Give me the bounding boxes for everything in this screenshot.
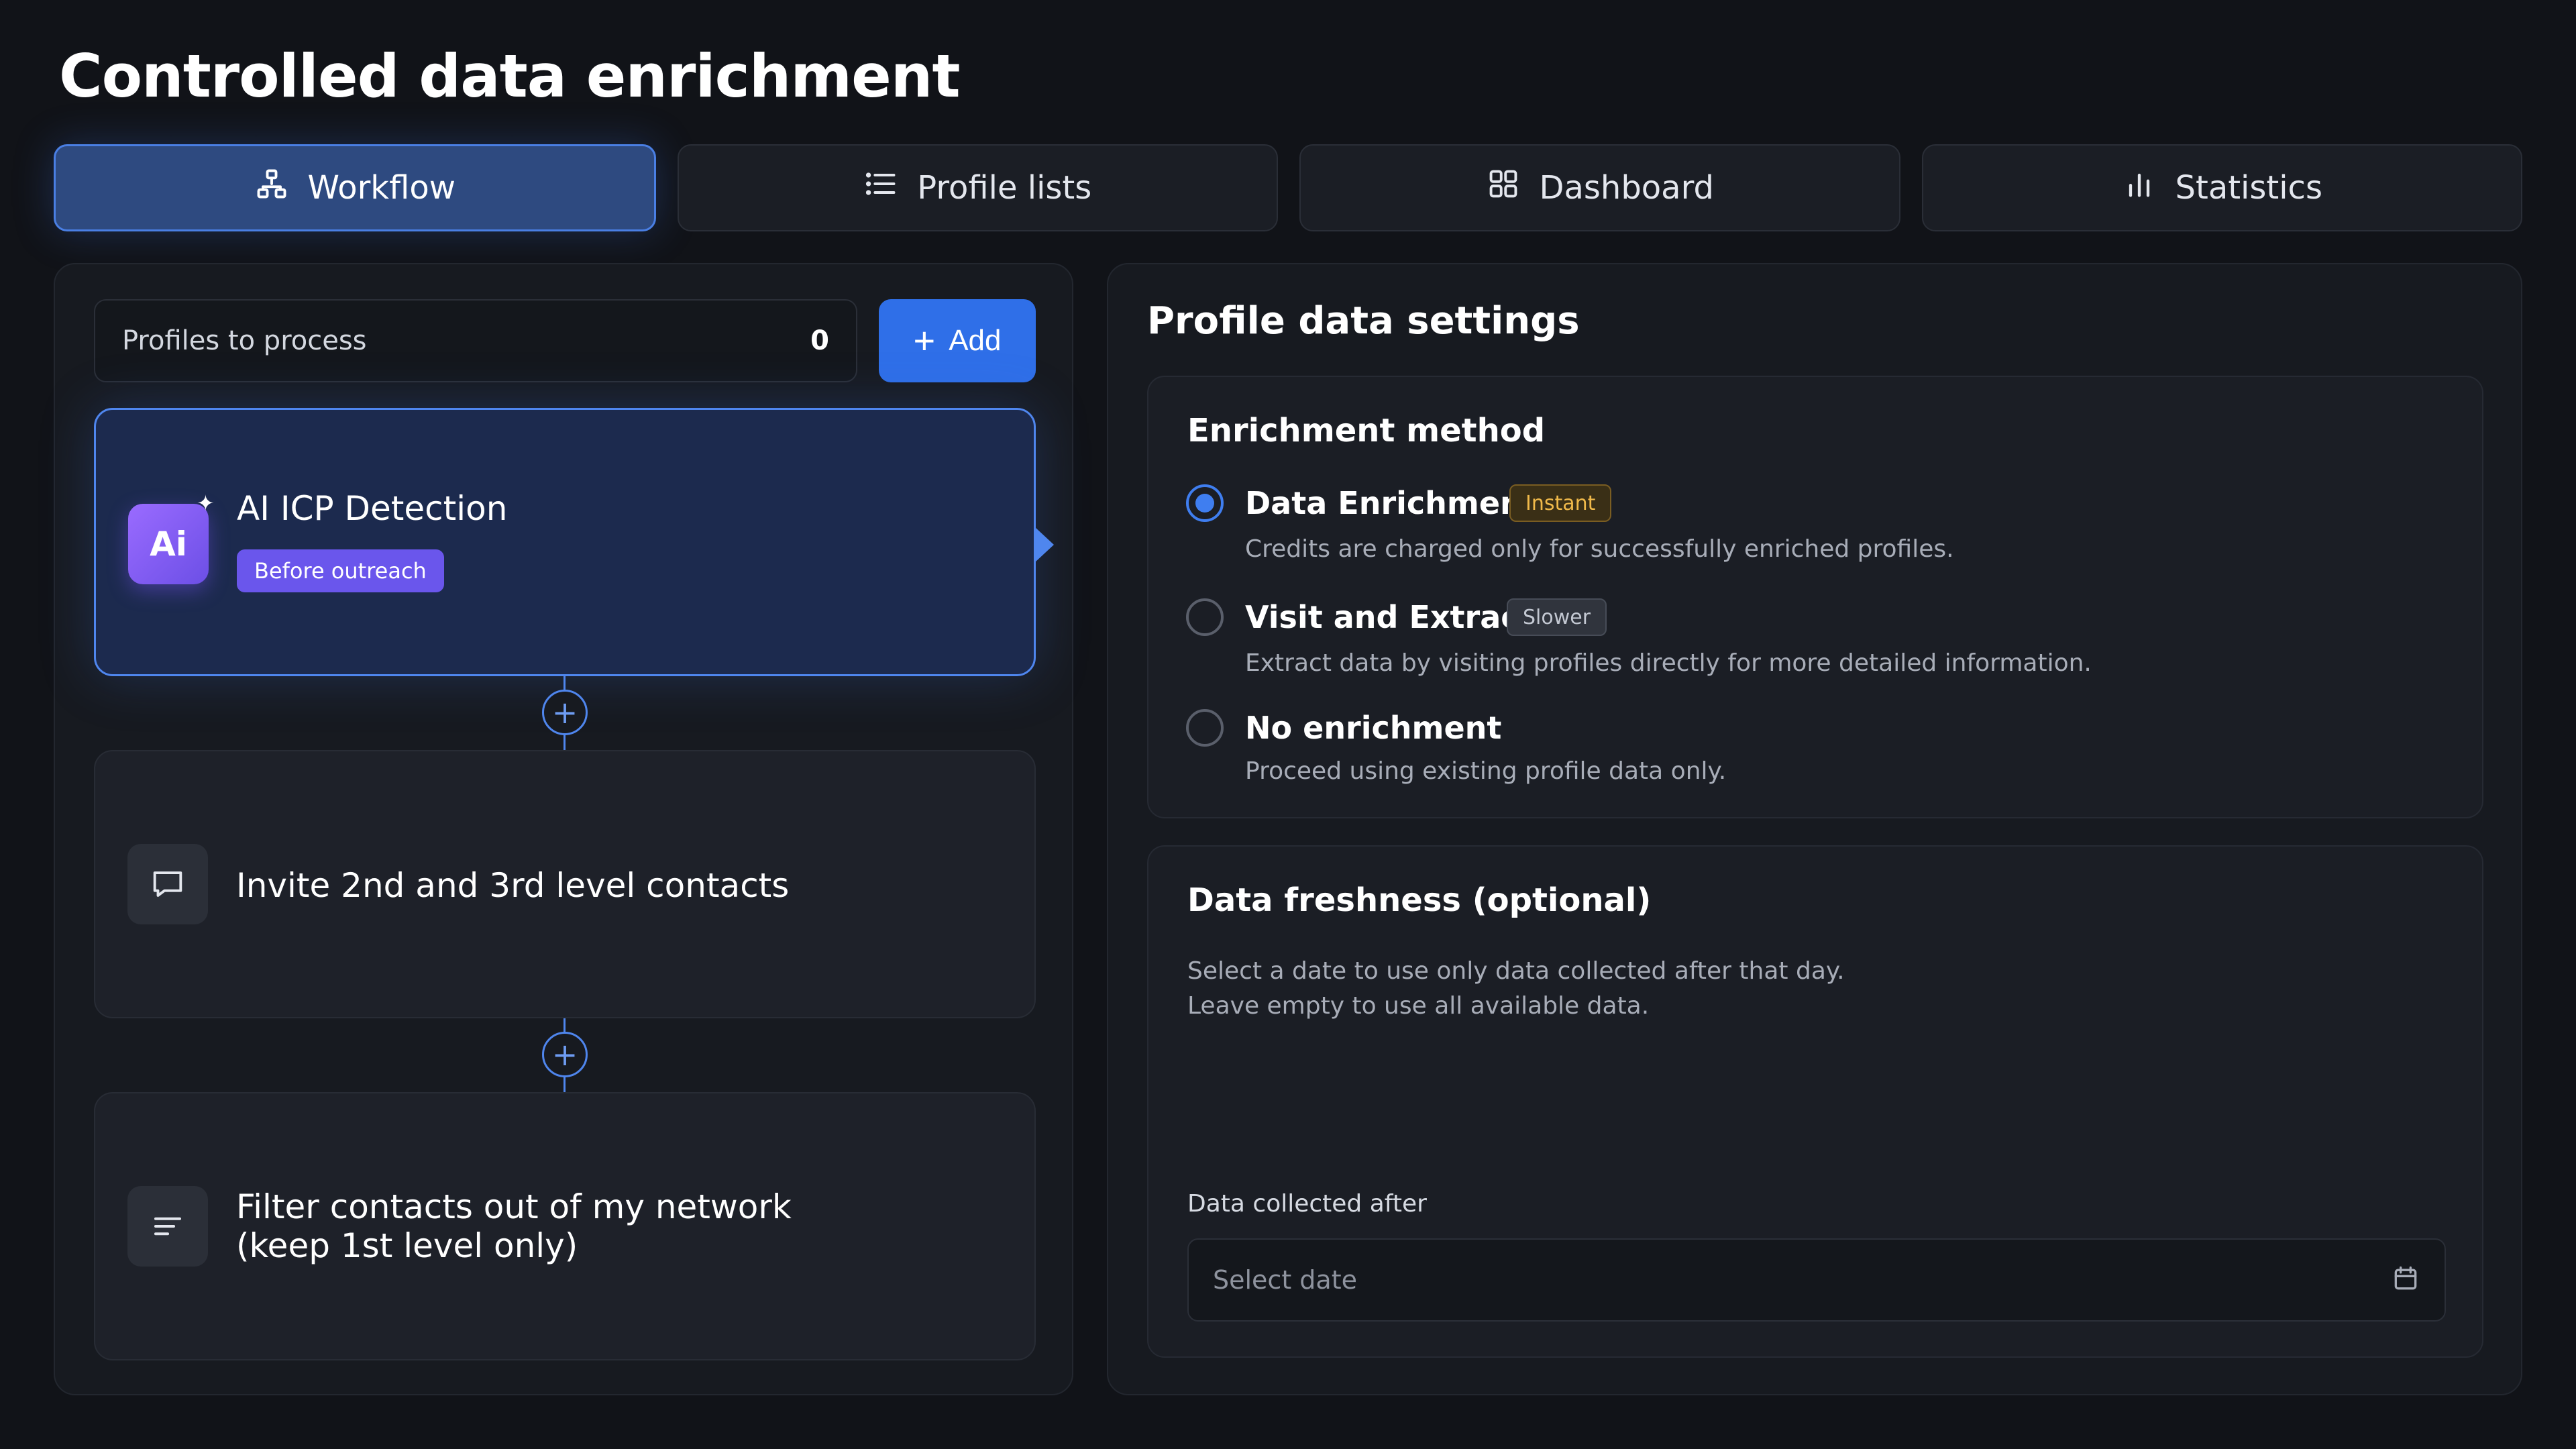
workflow-step-invite-contacts[interactable]: Invite 2nd and 3rd level contacts: [94, 750, 1036, 1018]
plus-icon: +: [913, 319, 936, 362]
workflow-step-ai-icp-detection[interactable]: Ai ✦ AI ICP Detection Before outreach: [94, 408, 1054, 676]
page-title: Controlled data enrichment: [59, 42, 961, 111]
tab-statistics[interactable]: Statistics: [1921, 144, 2522, 231]
tab-label: Dashboard: [1539, 169, 1714, 207]
instant-badge: Instant: [1509, 484, 1612, 522]
profile-data-settings-panel: Profile data settings Enrichment method …: [1107, 263, 2522, 1395]
option-description: Extract data by visiting profiles direct…: [1245, 649, 2092, 677]
tab-label: Workflow: [307, 169, 455, 207]
add-button-label: Add: [949, 324, 1002, 357]
step-title: Filter contacts out of my network (keep …: [236, 1187, 792, 1265]
tab-bar: Workflow Profile lists Dashboard Statist…: [54, 144, 2522, 231]
profiles-count: 0: [810, 325, 829, 356]
option-label: Data Enrichment: [1245, 485, 1537, 521]
profiles-label: Profiles to process: [122, 325, 367, 356]
sparkle-icon: ✦: [197, 490, 215, 516]
option-label: No enrichment: [1245, 710, 1502, 746]
add-step-button[interactable]: +: [542, 1032, 588, 1077]
freshness-description: Select a date to use only data collected…: [1187, 957, 1845, 1020]
enrichment-method-section: Enrichment method Data Enrichment Instan…: [1147, 376, 2483, 818]
slower-badge: Slower: [1507, 598, 1607, 636]
option-description: Credits are charged only for successfull…: [1245, 535, 1954, 563]
list-icon: [863, 166, 898, 209]
tab-workflow[interactable]: Workflow: [54, 144, 656, 231]
radio-button[interactable]: [1186, 598, 1224, 636]
tab-label: Statistics: [2175, 169, 2322, 207]
section-title: Enrichment method: [1187, 412, 1546, 449]
date-field-label: Data collected after: [1187, 1190, 1427, 1218]
page: Controlled data enrichment Workflow Prof…: [0, 0, 2576, 1449]
step-title: AI ICP Detection: [237, 489, 508, 528]
workflow-icon: [254, 166, 289, 209]
step-title: Invite 2nd and 3rd level contacts: [236, 866, 790, 905]
profiles-to-process-field[interactable]: Profiles to process 0: [94, 299, 857, 382]
option-label: Visit and Extract: [1245, 599, 1534, 635]
bar-chart-icon: [2122, 166, 2157, 209]
workflow-step-filter-contacts[interactable]: Filter contacts out of my network (keep …: [94, 1092, 1036, 1360]
data-freshness-section: Data freshness (optional) Select a date …: [1147, 845, 2483, 1358]
settings-title: Profile data settings: [1147, 299, 1580, 343]
add-step-button[interactable]: +: [542, 690, 588, 735]
radio-button[interactable]: [1186, 709, 1224, 747]
ai-icon: Ai: [128, 504, 209, 584]
add-profiles-button[interactable]: + Add: [879, 299, 1036, 382]
message-icon: [127, 844, 208, 924]
tab-label: Profile lists: [917, 169, 1092, 207]
filter-icon: [127, 1186, 208, 1267]
active-step-arrow-icon: [1035, 527, 1054, 562]
tab-profile-lists[interactable]: Profile lists: [677, 144, 1278, 231]
calendar-icon[interactable]: [2391, 1264, 2420, 1296]
option-description: Proceed using existing profile data only…: [1245, 757, 1727, 785]
dashboard-grid-icon: [1486, 166, 1521, 209]
workflow-panel: Profiles to process 0 + Add Ai ✦ AI ICP …: [54, 263, 1073, 1395]
date-placeholder: Select date: [1213, 1265, 1357, 1295]
radio-button[interactable]: [1186, 484, 1224, 522]
section-title: Data freshness (optional): [1187, 881, 1652, 919]
before-outreach-badge: Before outreach: [237, 549, 444, 592]
date-picker-input[interactable]: Select date: [1187, 1238, 2446, 1322]
tab-dashboard[interactable]: Dashboard: [1299, 144, 1900, 231]
